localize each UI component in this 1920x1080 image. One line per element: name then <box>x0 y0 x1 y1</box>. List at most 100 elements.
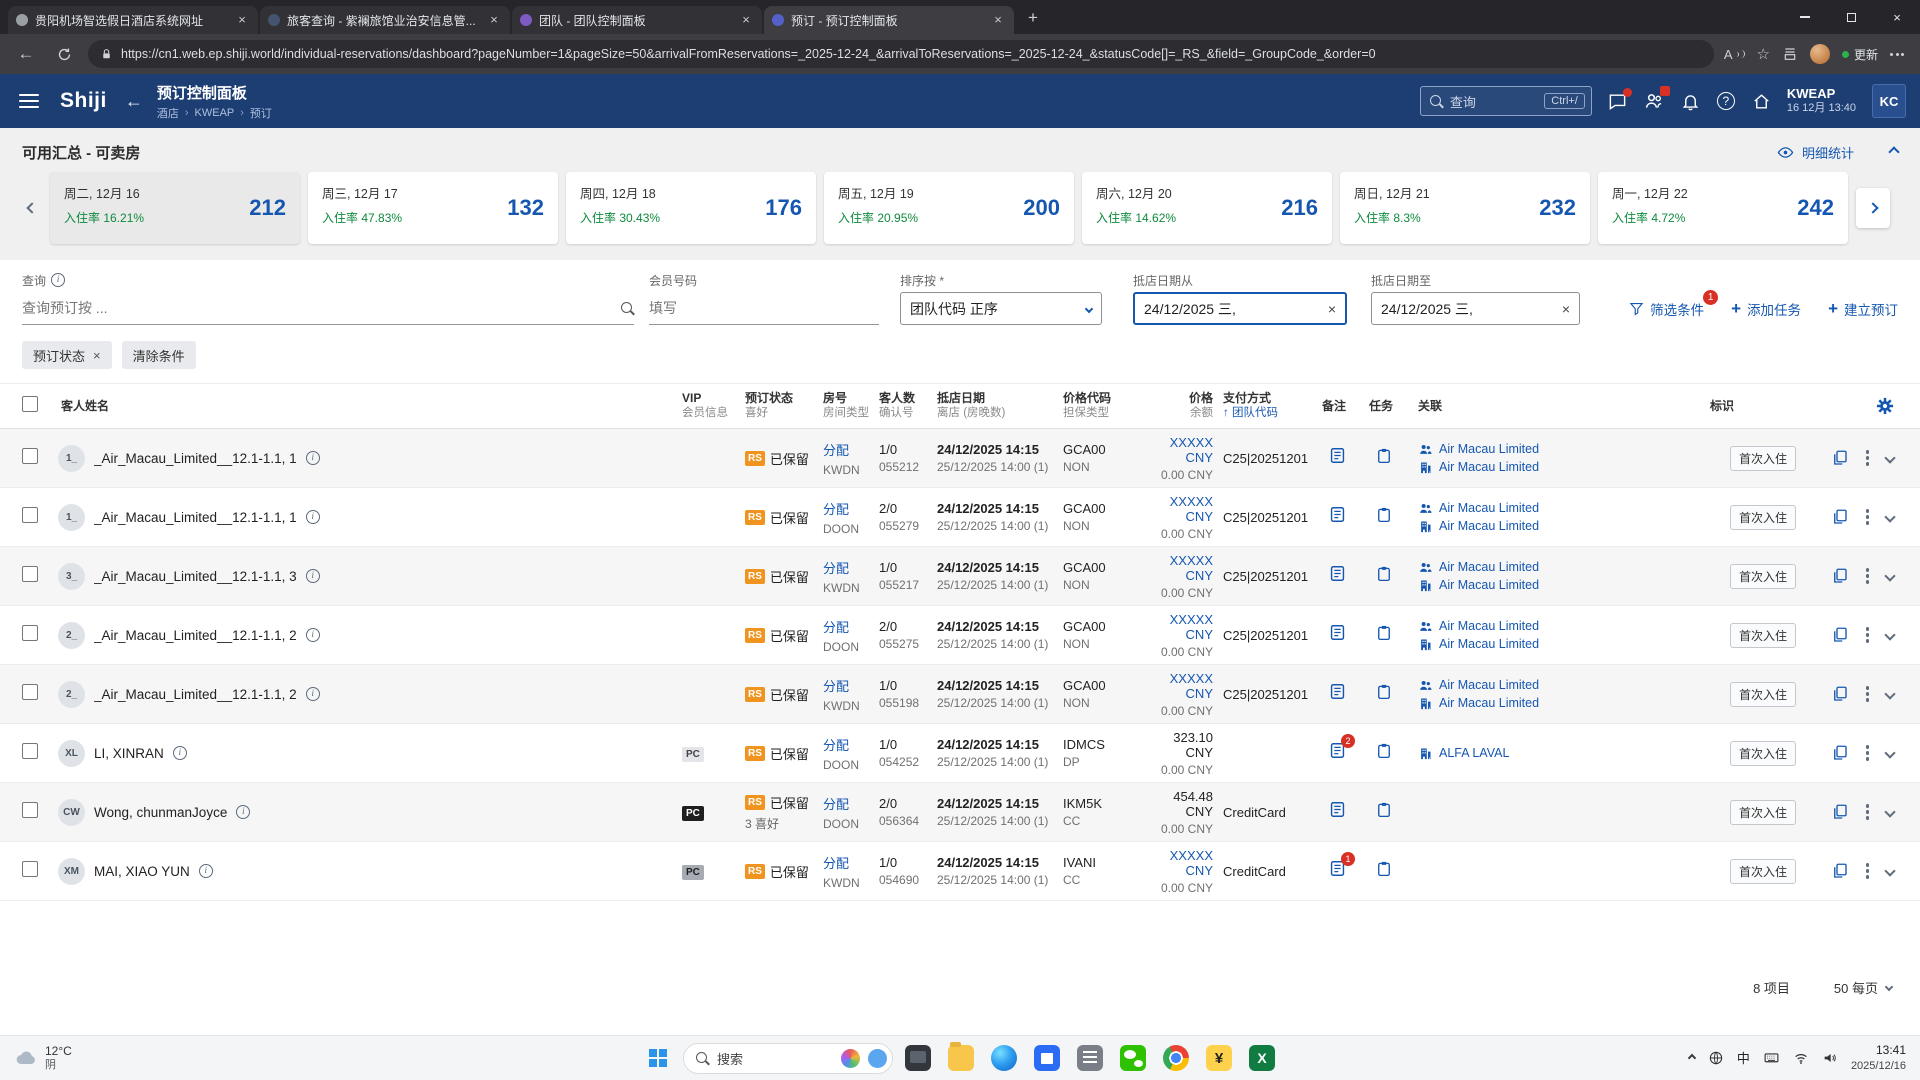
reservation-row[interactable]: CW Wong, chunmanJoyce i PC RS 已保留 3 喜好 分… <box>0 783 1920 842</box>
linked-company-line[interactable]: Air Macau Limited <box>1418 460 1710 475</box>
finance-app-icon[interactable] <box>1201 1040 1237 1076</box>
browser-profile-avatar[interactable] <box>1809 44 1830 64</box>
guest-info-icon[interactable]: i <box>305 451 320 465</box>
remove-chip-icon[interactable]: × <box>93 348 101 363</box>
tasks-clipboard-icon[interactable] <box>1375 860 1393 878</box>
price-value[interactable]: XXXXX CNY <box>1153 435 1213 465</box>
linked-company-line[interactable]: Air Macau Limited <box>1418 519 1710 534</box>
linked-profile-line[interactable]: Air Macau Limited <box>1418 678 1710 693</box>
search-icon[interactable] <box>621 301 634 315</box>
more-actions-icon[interactable] <box>1865 627 1869 643</box>
notes-icon[interactable] <box>1328 564 1347 583</box>
assign-room-link[interactable]: 分配 <box>823 443 849 458</box>
guest-name[interactable]: Wong, chunmanJoyce <box>94 805 227 820</box>
breadcrumb-hotel[interactable]: 酒店 <box>157 105 179 121</box>
copy-reservation-icon[interactable] <box>1831 862 1849 880</box>
copy-reservation-icon[interactable] <box>1831 508 1849 526</box>
linked-company-line[interactable]: Air Macau Limited <box>1418 696 1710 711</box>
availability-card[interactable]: 周日, 12月 21 入住率 8.3% 232 <box>1340 172 1590 244</box>
expand-row-icon[interactable] <box>1884 747 1896 759</box>
tasks-clipboard-icon[interactable] <box>1375 506 1393 524</box>
taskbar-clock[interactable]: 13:41 2025/12/16 <box>1851 1043 1906 1073</box>
more-actions-icon[interactable] <box>1865 686 1869 702</box>
sort-by-select[interactable]: 团队代码 正序 <box>900 292 1102 325</box>
linked-profile-line[interactable]: Air Macau Limited <box>1418 560 1710 575</box>
linked-profile-name[interactable]: Air Macau Limited <box>1439 442 1539 456</box>
assign-room-link[interactable]: 分配 <box>823 797 849 812</box>
assign-room-link[interactable]: 分配 <box>823 502 849 517</box>
close-window-button[interactable]: × <box>1874 0 1920 34</box>
excel-icon[interactable] <box>1244 1040 1280 1076</box>
availability-card[interactable]: 周二, 12月 16 入住率 16.21% 212 <box>50 172 300 244</box>
row-checkbox[interactable] <box>22 447 38 464</box>
tasks-clipboard-icon[interactable] <box>1375 447 1393 465</box>
guest-name[interactable]: _Air_Macau_Limited__12.1-1.1, 2 <box>94 687 297 702</box>
reservation-row[interactable]: XL LI, XINRAN i PC RS 已保留 分配 DOON 1/0 05… <box>0 724 1920 783</box>
linked-profile-name[interactable]: Air Macau Limited <box>1439 619 1539 633</box>
col-arrival[interactable]: 抵店日期 <box>937 390 1063 406</box>
expand-row-icon[interactable] <box>1884 452 1896 464</box>
add-task-button[interactable]: 添加任务 <box>1731 299 1801 319</box>
col-guest-name[interactable]: 客人姓名 <box>61 398 682 414</box>
guest-name[interactable]: _Air_Macau_Limited__12.1-1.1, 1 <box>94 510 297 525</box>
notes-icon[interactable] <box>1328 623 1347 642</box>
linked-company-name[interactable]: Air Macau Limited <box>1439 696 1539 710</box>
tab-close-icon[interactable]: × <box>990 12 1006 28</box>
reservation-row[interactable]: 3_ _Air_Macau_Limited__12.1-1.1, 3 i RS … <box>0 547 1920 606</box>
remote-desktop-icon[interactable] <box>900 1040 936 1076</box>
availability-card[interactable]: 周五, 12月 19 入住率 20.95% 200 <box>824 172 1074 244</box>
copy-reservation-icon[interactable] <box>1831 685 1849 703</box>
tab-close-icon[interactable]: × <box>486 12 502 28</box>
select-all-checkbox[interactable] <box>22 395 38 412</box>
assign-room-link[interactable]: 分配 <box>823 856 849 871</box>
availability-card[interactable]: 周一, 12月 22 入住率 4.72% 242 <box>1598 172 1848 244</box>
notes-icon[interactable]: 2 <box>1328 734 1355 760</box>
col-vip[interactable]: VIP <box>682 390 745 406</box>
notes-icon[interactable] <box>1328 682 1347 701</box>
cards-next-button[interactable] <box>1856 188 1890 228</box>
member-number-input[interactable] <box>649 300 879 316</box>
clear-date-icon[interactable]: × <box>1562 302 1570 316</box>
copy-reservation-icon[interactable] <box>1831 449 1849 467</box>
linked-profile-line[interactable]: Air Macau Limited <box>1418 501 1710 516</box>
guest-info-icon[interactable]: i <box>305 510 320 524</box>
copy-reservation-icon[interactable] <box>1831 626 1849 644</box>
file-explorer-icon[interactable] <box>943 1040 979 1076</box>
browser-tab-2[interactable]: 旅客查询 - 紫襕旅馆业治安信息管... × <box>260 6 510 34</box>
arrival-to-input[interactable]: × <box>1371 292 1580 325</box>
collections-icon[interactable] <box>1782 46 1798 62</box>
linked-company-line[interactable]: Air Macau Limited <box>1418 637 1710 652</box>
reservation-row[interactable]: 2_ _Air_Macau_Limited__12.1-1.1, 2 i RS … <box>0 606 1920 665</box>
expand-row-icon[interactable] <box>1884 511 1896 523</box>
minimize-button[interactable] <box>1782 0 1828 34</box>
messages-icon[interactable] <box>1608 87 1632 111</box>
favorite-star-icon[interactable]: ☆ <box>1757 45 1770 63</box>
more-actions-icon[interactable] <box>1865 863 1869 879</box>
arrival-from-input[interactable]: × <box>1133 292 1347 325</box>
expand-row-icon[interactable] <box>1884 806 1896 818</box>
filter-conditions-button[interactable]: 筛选条件 1 <box>1629 289 1719 319</box>
ime-indicator[interactable]: 中 <box>1737 1048 1750 1067</box>
taskbar-weather-widget[interactable]: 12°C 阴 <box>0 1044 86 1072</box>
hamburger-menu-icon[interactable] <box>12 84 46 118</box>
copy-reservation-icon[interactable] <box>1831 803 1849 821</box>
assign-room-link[interactable]: 分配 <box>823 679 849 694</box>
global-search-input[interactable]: 查询 Ctrl+/ <box>1419 86 1592 116</box>
browser-tab-4-active[interactable]: 预订 - 预订控制面板 × <box>764 6 1014 34</box>
tasks-clipboard-icon[interactable] <box>1375 801 1393 819</box>
linked-profile-line[interactable]: ALFA LAVAL <box>1418 746 1710 761</box>
linked-profile-line[interactable]: Air Macau Limited <box>1418 619 1710 634</box>
home-icon[interactable] <box>1752 92 1771 111</box>
breadcrumb-reservation[interactable]: 预订 <box>250 105 272 121</box>
detail-stats-link[interactable]: 明细统计 <box>1802 143 1854 162</box>
read-aloud-icon[interactable]: A <box>1724 47 1745 62</box>
row-checkbox[interactable] <box>22 506 38 523</box>
row-checkbox[interactable] <box>22 801 38 818</box>
copy-reservation-icon[interactable] <box>1831 567 1849 585</box>
help-icon[interactable]: ? <box>1716 92 1735 110</box>
price-value[interactable]: XXXXX CNY <box>1153 848 1213 878</box>
linked-company-name[interactable]: Air Macau Limited <box>1439 519 1539 533</box>
refresh-button[interactable] <box>50 40 78 68</box>
row-checkbox[interactable] <box>22 860 38 877</box>
guest-name[interactable]: LI, XINRAN <box>94 746 164 761</box>
